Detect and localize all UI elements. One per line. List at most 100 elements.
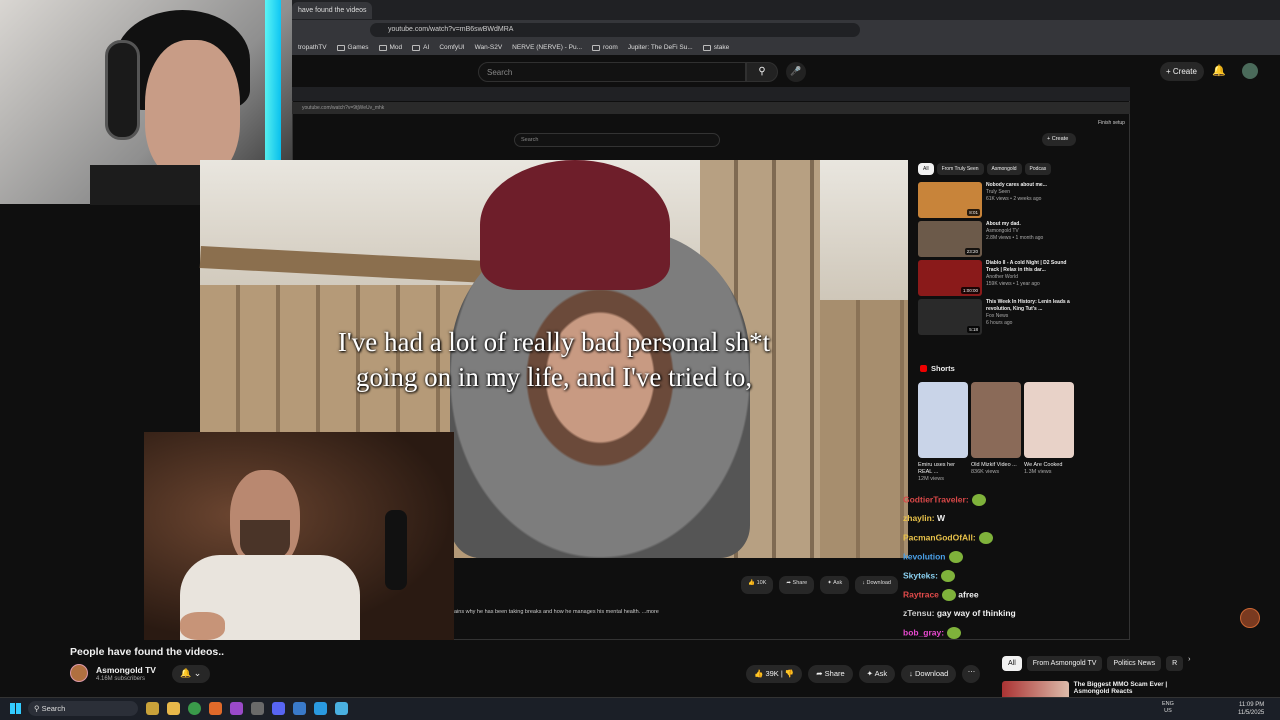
browser-tab-active[interactable]: have found the videos	[292, 2, 372, 19]
streamer-avatar	[1240, 608, 1260, 628]
chip-all[interactable]: All	[1002, 656, 1022, 671]
video-title: People have found the videos..	[70, 646, 225, 658]
short-views: 1.3M views	[1024, 469, 1052, 475]
bell-icon[interactable]: 🔔	[1212, 64, 1226, 77]
caption-line: going on in my life, and I've tried to,	[355, 362, 753, 392]
chip[interactable]: Asmongold	[986, 163, 1022, 175]
chip[interactable]: R	[1166, 656, 1184, 671]
webcam-person-beard	[240, 520, 290, 560]
bookmark-item[interactable]: room	[592, 44, 618, 51]
short-thumbnail[interactable]	[971, 382, 1021, 458]
channel-name[interactable]: Asmongold TV	[96, 665, 156, 675]
webcam-person-hand	[180, 612, 225, 640]
inner-download-button[interactable]: ↓ Download	[855, 576, 898, 594]
ask-button[interactable]: ✦ Ask	[858, 665, 896, 683]
video-thumbnail: 8:01	[918, 182, 982, 218]
chrome-icon[interactable]	[188, 702, 201, 715]
short-views: 836K views	[971, 469, 1000, 475]
bookmark-item[interactable]: AI	[412, 44, 429, 51]
settings-icon[interactable]	[251, 702, 264, 715]
chat-message: GodtierTraveler:	[903, 494, 986, 506]
channel-avatar[interactable]	[70, 664, 88, 682]
create-button[interactable]: + Create	[1160, 62, 1204, 81]
chat-message: zhaylin: W	[903, 513, 946, 523]
bookmark-item[interactable]: Wan-S2V	[475, 44, 503, 51]
app-icon[interactable]	[314, 702, 327, 715]
finish-setup-button[interactable]: Finish setup	[1098, 120, 1125, 126]
recommended-video[interactable]: 5:18 This Week In History: Lenin leads a…	[918, 299, 1078, 337]
inner-share-button[interactable]: ➦ Share	[779, 576, 815, 594]
shorts-row	[918, 382, 1074, 458]
chat-message: Raytrace afree	[903, 589, 979, 601]
app-icon[interactable]	[230, 702, 243, 715]
avatar[interactable]	[1242, 63, 1258, 79]
bookmark-item[interactable]: Games	[336, 44, 369, 51]
video-person-hat	[480, 160, 670, 290]
filter-chips: All From Asmongold TV Politics News R ›	[1002, 656, 1191, 671]
inner-filter-chips: All From Truly Seen Asmongold Podcas	[918, 163, 1052, 175]
chip[interactable]: From Asmongold TV	[1026, 656, 1103, 671]
inner-url-field[interactable]: youtube.com/watch?v=9tjWeUv_mhk	[292, 102, 1130, 114]
taskbar-apps	[146, 702, 348, 715]
taskbar-search[interactable]: ⚲ Search	[28, 701, 138, 716]
app-icon[interactable]	[209, 702, 222, 715]
discord-icon[interactable]	[272, 702, 285, 715]
bookmark-item[interactable]: Mod	[378, 44, 402, 51]
microphone-icon[interactable]: 🎤	[786, 62, 806, 82]
emote-icon	[948, 551, 963, 563]
share-button[interactable]: ➦ Share	[808, 665, 853, 683]
chip-all[interactable]: All	[918, 163, 934, 175]
microphone	[385, 510, 407, 590]
like-button[interactable]: 👍 39K | 👎	[746, 665, 803, 683]
notification-bell-button[interactable]: 🔔 ⌄	[172, 665, 210, 683]
subscriber-count: 4.16M subscribers	[96, 676, 146, 682]
recommended-video[interactable]: 8:01 Nobody cares about me... Truly Seen 6…	[918, 182, 1078, 220]
search-input[interactable]: Search	[478, 62, 746, 82]
windows-start-icon[interactable]	[10, 703, 21, 714]
recommended-video[interactable]: 1:00:00 Diablo II - A cold Night | D2 So…	[918, 260, 1078, 298]
chat-message: bob_gray:	[903, 627, 962, 639]
folder-icon	[412, 44, 421, 51]
video-caption: I've had a lot of really bad personal sh…	[200, 325, 908, 395]
bookmark-item[interactable]: ComfyUI	[439, 44, 464, 51]
short-thumbnail[interactable]	[1024, 382, 1074, 458]
chip[interactable]: From Truly Seen	[936, 163, 984, 175]
bookmark-item[interactable]: tropathTV	[298, 44, 327, 51]
inner-like-button[interactable]: 👍 10K	[741, 576, 774, 594]
chip[interactable]: Politics News	[1107, 656, 1162, 671]
video-thumbnail: 5:18	[918, 299, 982, 335]
folder-icon[interactable]	[167, 702, 180, 715]
clock[interactable]: 11:09 PM 11/5/2025	[1238, 701, 1264, 717]
short-title: Old Mizkif Video ...	[971, 462, 1017, 468]
recommended-video[interactable]: 23:20 About my dad. Asmongold TV 2.8M view…	[918, 221, 1078, 259]
inner-create-button[interactable]: + Create	[1042, 133, 1076, 146]
browser-tab-strip	[292, 0, 1280, 20]
short-title: We Are Cooked	[1024, 462, 1063, 468]
download-button[interactable]: ↓ Download	[901, 665, 957, 683]
bookmark-item[interactable]: stake	[702, 44, 729, 51]
url-field[interactable]: youtube.com/watch?v=mB6swBWdMRA	[370, 23, 860, 37]
inner-search-input[interactable]: Search	[514, 133, 720, 147]
bookmarks-bar: tropathTV Games Mod AI ComfyUI Wan-S2V N…	[292, 40, 1280, 55]
app-icon[interactable]	[146, 702, 159, 715]
shorts-heading: Shorts	[920, 364, 955, 373]
more-options-icon[interactable]: ⋯	[962, 665, 981, 683]
inner-ask-button[interactable]: ✦ Ask	[820, 576, 850, 594]
chevron-right-icon[interactable]: ›	[1188, 656, 1190, 671]
emote-icon	[978, 532, 993, 544]
emote-icon	[940, 570, 955, 582]
chip[interactable]: Podcas	[1024, 163, 1052, 175]
app-icon[interactable]	[335, 702, 348, 715]
inner-tab-strip	[292, 87, 1130, 101]
bookmark-item[interactable]: NERVE (NERVE) - Pu...	[512, 44, 582, 51]
webcam-person-face	[145, 40, 240, 180]
video-description[interactable]: ains why he has been taking breaks and h…	[454, 609, 904, 615]
language-indicator[interactable]: ENG US	[1162, 701, 1174, 715]
recommended-video[interactable]: The Biggest MMO Scam Ever | Asmongold Re…	[1002, 681, 1202, 697]
bookmark-item[interactable]: Jupiter: The DeFi Su...	[628, 44, 693, 51]
app-icon[interactable]	[293, 702, 306, 715]
video-thumbnail: 1:00:00	[918, 260, 982, 296]
folder-icon	[378, 44, 387, 51]
short-thumbnail[interactable]	[918, 382, 968, 458]
search-icon[interactable]: ⚲	[746, 62, 778, 82]
